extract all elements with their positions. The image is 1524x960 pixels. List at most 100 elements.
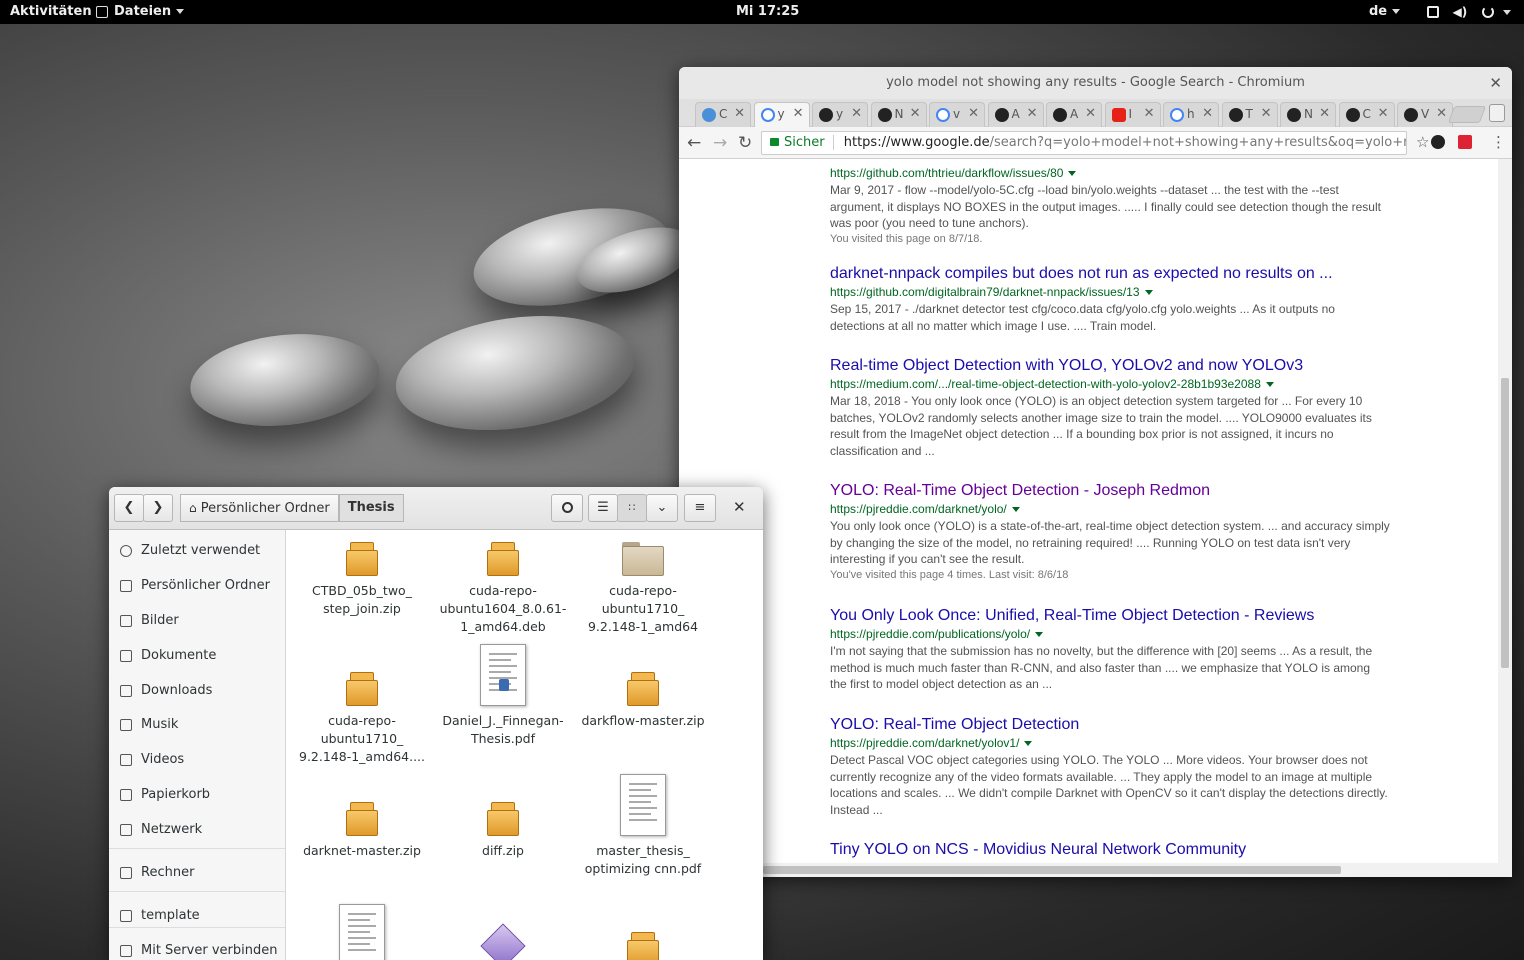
scrollbar-thumb[interactable] [1501,378,1509,668]
result-url[interactable]: https://pjreddie.com/darknet/yolo/ [830,502,1390,516]
browser-tab[interactable]: N ✕ [870,102,927,127]
browser-tab[interactable]: A ✕ [987,102,1044,127]
chromium-titlebar[interactable]: yolo model not showing any results - Goo… [679,67,1512,99]
back-button[interactable]: ← [687,133,701,153]
tab-close-icon[interactable]: ✕ [968,106,979,121]
result-title-link[interactable]: Tiny YOLO on NCS - Movidius Neural Netwo… [830,841,1390,859]
file-item[interactable]: darknet-master.zip [292,802,432,860]
list-view-button[interactable]: ☰ [588,494,618,522]
tab-close-icon[interactable]: ✕ [1144,106,1155,121]
browser-tab[interactable]: A ✕ [1046,102,1102,127]
tab-close-icon[interactable]: ✕ [851,106,862,121]
dropdown-arrow-icon[interactable] [1024,741,1033,747]
clock[interactable]: Mi 17:25 [736,0,799,24]
sidebar-item[interactable]: Zuletzt verwendet [109,536,285,566]
browser-tab[interactable]: y ✕ [753,102,810,127]
sidebar-item[interactable]: Mit Server verbinden [109,936,285,960]
sidebar-item[interactable]: Bilder [109,606,285,636]
grid-view-button[interactable]: ∷ [617,494,647,522]
language-menu[interactable]: de [1369,0,1401,24]
sidebar-item[interactable]: Downloads [109,676,285,706]
file-item[interactable]: cuda-repo- ubuntu1710_ 9.2.148-1_amd64 [573,542,713,636]
tab-close-icon[interactable]: ✕ [1027,106,1038,121]
dropdown-arrow-icon[interactable] [1144,290,1153,296]
dropdown-arrow-icon[interactable] [1011,507,1020,513]
horizontal-scrollbar[interactable] [679,863,1512,877]
file-item[interactable]: f_Secure_Code [573,932,713,960]
file-item[interactable]: OBS_0_SEO... With [433,923,573,960]
result-title-link[interactable]: You Only Look Once: Unified, Real-Time O… [830,607,1390,625]
sidebar-item[interactable]: Musik [109,710,285,740]
sidebar-item-label: Musik [141,717,179,732]
grid-icon: ∷ [628,501,636,514]
tab-close-icon[interactable]: ✕ [793,106,804,121]
sidebar-item[interactable]: Persönlicher Ordner [109,571,285,601]
browser-tab[interactable]: C ✕ [695,102,751,127]
file-item[interactable]: master_thesis_ optimizing cnn.pdf [573,774,713,878]
profile-icon[interactable] [1489,104,1505,122]
scrollbar-thumb[interactable] [763,866,1341,874]
file-item[interactable]: Daniel_J._Finnegan- Thesis.pdf [433,644,573,748]
system-menu[interactable]: ◀) [1427,0,1512,24]
sidebar-item[interactable]: Videos [109,745,285,775]
new-tab-button[interactable] [1447,106,1487,123]
reload-button[interactable]: ↻ [738,133,752,153]
activities-button[interactable]: Aktivitäten [10,0,92,24]
browser-tab[interactable]: V ✕ [1397,102,1453,127]
sidebar-item[interactable]: Papierkorb [109,780,285,810]
file-item[interactable]: CTBD_05b_two_ step_join.zip [292,542,432,618]
browser-tab[interactable]: N ✕ [1280,102,1336,127]
tab-close-icon[interactable]: ✕ [910,106,921,121]
forward-button[interactable]: → [713,133,727,153]
extension-icon[interactable] [1431,135,1445,149]
close-icon[interactable]: ✕ [1489,67,1502,99]
menu-kebab-icon[interactable]: ⋮ [1491,133,1506,151]
menu-button[interactable]: ≡ [684,494,716,522]
dropdown-arrow-icon[interactable] [1035,632,1044,638]
result-url[interactable]: https://github.com/thtrieu/darkflow/issu… [830,166,1390,180]
tab-close-icon[interactable]: ✕ [1319,106,1330,121]
search-button[interactable] [551,494,583,522]
tab-close-icon[interactable]: ✕ [1378,106,1389,121]
extension-pdf-icon[interactable] [1458,135,1472,149]
sidebar-item[interactable]: Rechner [109,858,285,888]
dropdown-arrow-icon[interactable] [1068,171,1077,177]
tab-close-icon[interactable]: ✕ [734,106,745,121]
forward-button[interactable]: ❯ [143,494,173,522]
sidebar-item[interactable]: Netzwerk [109,815,285,845]
close-icon[interactable]: ✕ [733,498,746,516]
vertical-scrollbar[interactable] [1498,159,1512,863]
view-options-button[interactable]: ⌄ [646,494,678,522]
tab-close-icon[interactable]: ✕ [1261,106,1272,121]
file-item[interactable]: CBU... [292,904,432,960]
bookmark-star-icon[interactable]: ☆ [1416,133,1429,151]
result-url[interactable]: https://medium.com/.../real-time-object-… [830,377,1390,391]
browser-tab[interactable]: h ✕ [1163,102,1219,127]
breadcrumb-home[interactable]: ⌂ Persönlicher Ordner [180,494,339,522]
address-bar[interactable]: Sicher https://www.google.de/search?q=yo… [761,131,1407,155]
back-button[interactable]: ❮ [114,494,144,522]
breadcrumb-current[interactable]: Thesis [338,494,404,522]
file-item[interactable]: darkflow-master.zip [573,672,713,730]
file-item[interactable]: cuda-repo- ubuntu1604_8.0.61- 1_amd64.de… [433,542,573,636]
file-item[interactable]: diff.zip [433,802,573,860]
dropdown-arrow-icon[interactable] [1265,382,1274,388]
result-url[interactable]: https://pjreddie.com/publications/yolo/ [830,627,1390,641]
file-item[interactable]: cuda-repo- ubuntu1710_ 9.2.148-1_amd64..… [292,672,432,766]
result-url[interactable]: https://pjreddie.com/darknet/yolov1/ [830,736,1390,750]
tab-close-icon[interactable]: ✕ [1085,106,1096,121]
result-title-link[interactable]: YOLO: Real-Time Object Detection - Josep… [830,482,1390,500]
browser-tab[interactable]: C ✕ [1338,102,1395,127]
result-title-link[interactable]: YOLO: Real-Time Object Detection [830,716,1390,734]
result-title-link[interactable]: Real-time Object Detection with YOLO, YO… [830,357,1390,375]
tab-close-icon[interactable]: ✕ [1436,106,1447,121]
sidebar-item[interactable]: Dokumente [109,641,285,671]
result-title-link[interactable]: darknet-nnpack compiles but does not run… [830,265,1390,283]
tab-close-icon[interactable]: ✕ [1202,106,1213,121]
browser-tab[interactable]: T ✕ [1221,102,1278,127]
result-url[interactable]: https://github.com/digitalbrain79/darkne… [830,285,1390,299]
browser-tab[interactable]: y ✕ [812,102,868,127]
browser-tab[interactable]: I ✕ [1104,102,1161,127]
browser-tab[interactable]: v ✕ [929,102,985,127]
app-menu[interactable]: Dateien [96,0,185,24]
